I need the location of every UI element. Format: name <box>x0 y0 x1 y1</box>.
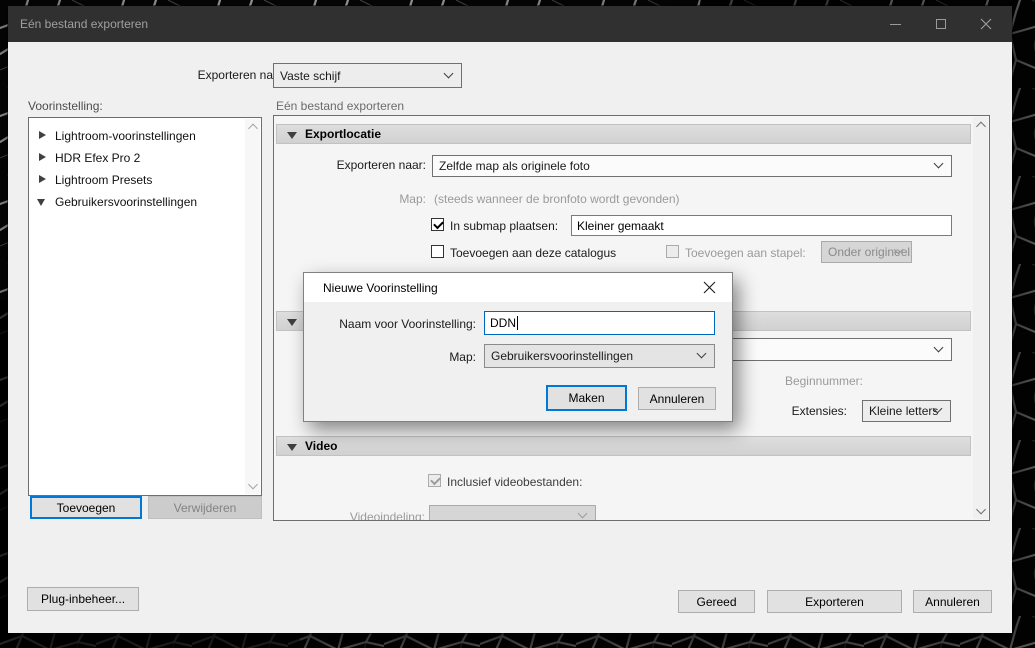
tree-item-label: HDR Efex Pro 2 <box>55 151 140 165</box>
new-preset-modal: Nieuwe Voorinstelling Naam voor Voorinst… <box>303 272 733 422</box>
tree-item-label: Gebruikersvoorinstellingen <box>55 195 197 209</box>
export-dialog: Eén bestand exporteren Exporteren naar: … <box>8 6 1012 633</box>
panel-export-to-dropdown[interactable]: Zelfde map als originele foto <box>432 155 952 177</box>
collapsed-triangle-icon[interactable] <box>39 175 46 183</box>
remove-preset-button: Verwijderen <box>148 496 262 519</box>
plugin-manager-button[interactable]: Plug-inbeheer... <box>27 587 139 611</box>
section-expanded-icon <box>287 444 297 451</box>
panel-export-to-label: Exporteren naar: <box>274 158 426 172</box>
add-to-catalog-label: Toevoegen aan deze catalogus <box>450 246 616 260</box>
modal-folder-value: Gebruikersvoorinstellingen <box>491 349 633 363</box>
close-icon <box>980 18 992 30</box>
window-controls <box>873 6 1008 42</box>
section-title: Video <box>305 439 337 453</box>
chevron-down-icon <box>697 349 707 359</box>
window-title: Eén bestand exporteren <box>8 17 148 31</box>
panel-scrollbar[interactable] <box>973 117 988 519</box>
modal-folder-label: Map: <box>324 350 476 364</box>
section-exportlocatie-header[interactable]: Exportlocatie <box>276 124 971 144</box>
collapsed-triangle-icon[interactable] <box>39 153 46 161</box>
panel-header-label: Eén bestand exporteren <box>276 99 404 113</box>
modal-folder-dropdown[interactable]: Gebruikersvoorinstellingen <box>484 344 715 368</box>
close-button[interactable] <box>963 6 1008 42</box>
add-to-stack-label: Toevoegen aan stapel: <box>685 246 806 260</box>
maximize-button[interactable] <box>918 6 963 42</box>
preset-name-input[interactable]: DDN <box>484 311 715 335</box>
minimize-button[interactable] <box>873 6 918 42</box>
extensions-dropdown[interactable]: Kleine letters <box>862 400 951 422</box>
chevron-down-icon <box>934 159 944 169</box>
section-expanded-icon <box>287 132 297 139</box>
stack-position-dropdown: Onder origineel <box>821 241 912 263</box>
tree-item-label: Lightroom-voorinstellingen <box>55 129 196 143</box>
include-video-checkbox <box>428 474 441 487</box>
preset-name-label: Naam voor Voorinstelling: <box>324 317 476 331</box>
map-label: Map: <box>274 192 426 206</box>
video-format-label: Videoindeling: <box>274 510 425 521</box>
window-titlebar: Eén bestand exporteren <box>8 6 1012 42</box>
export-to-label: Exporteren naar: <box>88 68 287 82</box>
subfolder-label: In submap plaatsen: <box>450 219 558 233</box>
done-button[interactable]: Gereed <box>678 590 755 613</box>
add-to-catalog-checkbox[interactable] <box>431 245 444 258</box>
maximize-icon <box>936 19 946 29</box>
preset-list-scrollbar[interactable] <box>245 119 260 494</box>
scroll-down-icon[interactable] <box>248 480 258 490</box>
preset-name-value: DDN <box>490 316 516 330</box>
subfolder-checkbox[interactable] <box>431 218 444 231</box>
modal-titlebar: Nieuwe Voorinstelling <box>304 273 732 302</box>
export-to-value: Vaste schijf <box>280 69 340 83</box>
minimize-icon <box>890 24 901 25</box>
subfolder-name-input[interactable] <box>571 215 952 236</box>
modal-title: Nieuwe Voorinstelling <box>304 281 438 295</box>
tree-item-label: Lightroom Presets <box>55 173 152 187</box>
scroll-up-icon[interactable] <box>976 122 986 132</box>
text-caret <box>517 316 518 330</box>
footer-cancel-button[interactable]: Annuleren <box>913 590 992 613</box>
map-note: (steeds wanneer de bronfoto wordt gevond… <box>434 192 680 206</box>
scroll-down-icon[interactable] <box>976 505 986 515</box>
scroll-up-icon[interactable] <box>248 124 258 134</box>
collapsed-triangle-icon[interactable] <box>39 131 46 139</box>
export-button[interactable]: Exporteren <box>767 590 902 613</box>
chevron-down-icon <box>444 68 454 78</box>
close-icon <box>703 281 716 294</box>
sidebar-item-hdr-efex-pro-2[interactable]: HDR Efex Pro 2 <box>29 147 261 169</box>
section-video-header[interactable]: Video <box>276 436 971 456</box>
extensions-value: Kleine letters <box>869 404 938 418</box>
add-preset-button[interactable]: Toevoegen <box>30 496 142 519</box>
section-title: Exportlocatie <box>305 127 381 141</box>
add-to-stack-checkbox <box>666 245 679 258</box>
modal-cancel-button[interactable]: Annuleren <box>638 387 716 410</box>
modal-close-button[interactable] <box>692 275 726 300</box>
include-video-label: Inclusief videobestanden: <box>447 475 582 489</box>
panel-export-to-value: Zelfde map als originele foto <box>439 159 590 173</box>
sidebar-item-gebruikersvoorinstellingen[interactable]: Gebruikersvoorinstellingen <box>29 191 261 213</box>
sidebar-item-lightroom-presets[interactable]: Lightroom Presets <box>29 169 261 191</box>
preset-list-label: Voorinstelling: <box>28 99 103 113</box>
sidebar-item-lightroom-voorinstellingen[interactable]: Lightroom-voorinstellingen <box>29 125 261 147</box>
video-format-dropdown <box>429 505 596 521</box>
chevron-down-icon <box>578 509 588 519</box>
section-expanded-icon <box>287 319 297 326</box>
export-to-dropdown[interactable]: Vaste schijf <box>273 63 462 88</box>
preset-list: Lightroom-voorinstellingen HDR Efex Pro … <box>28 117 262 496</box>
expanded-triangle-icon[interactable] <box>37 199 45 206</box>
chevron-down-icon <box>934 342 944 352</box>
create-preset-button[interactable]: Maken <box>546 385 627 411</box>
